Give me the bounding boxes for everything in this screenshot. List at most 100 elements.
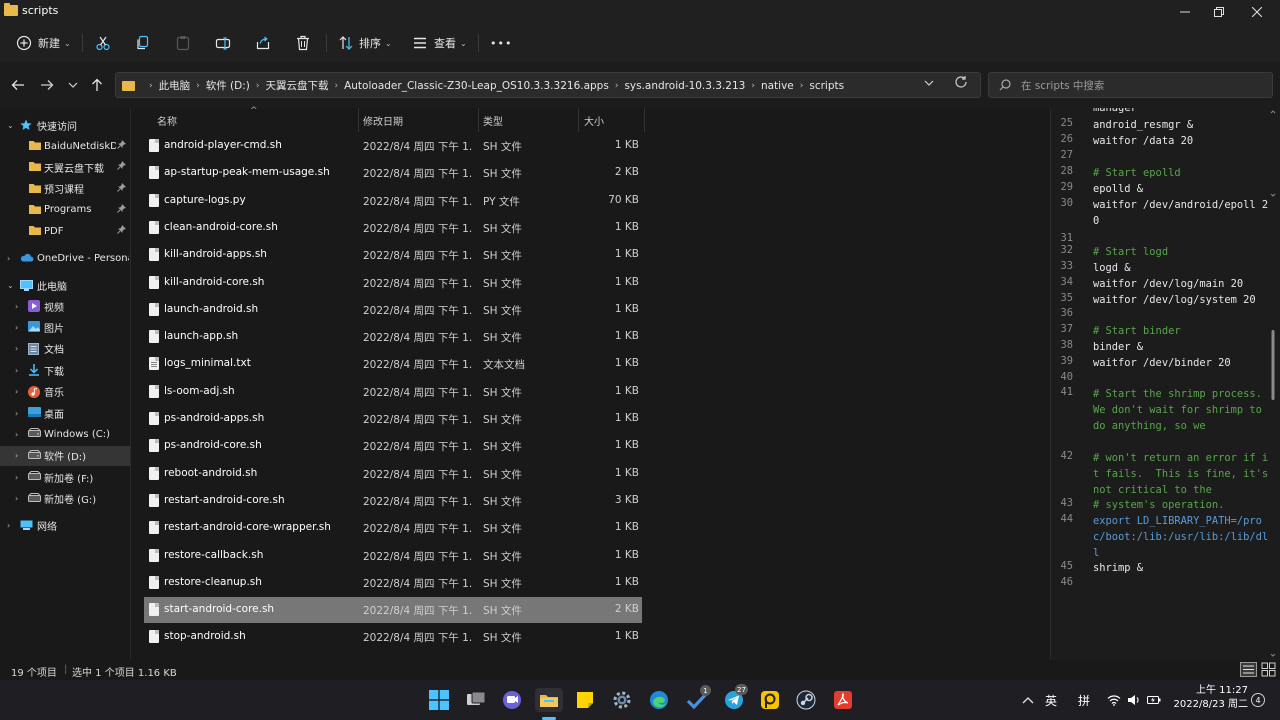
copy-button[interactable]: [135, 32, 151, 54]
nav-pc-item[interactable]: › 音乐: [0, 382, 130, 402]
notification-count[interactable]: 4: [1251, 693, 1265, 707]
ime-mode[interactable]: 拼: [1078, 692, 1090, 709]
preview-scrollbar[interactable]: [1268, 110, 1278, 658]
nav-pc-item[interactable]: › 图片: [0, 317, 130, 337]
file-row[interactable]: restart-android-core.sh 2022/8/4 周四 下午 1.…: [144, 488, 642, 514]
telegram-button[interactable]: 27: [722, 684, 748, 712]
column-divider[interactable]: [478, 108, 479, 132]
tiles-view-button[interactable]: [1261, 662, 1276, 680]
chevron-right-icon[interactable]: ›: [751, 81, 755, 91]
file-row[interactable]: restore-cleanup.sh 2022/8/4 周四 下午 1... SH …: [144, 570, 642, 596]
chevron-right-icon[interactable]: ›: [15, 302, 18, 311]
nav-pc-item[interactable]: › 新加卷 (F:): [0, 467, 130, 487]
nav-quick-item[interactable]: Programs: [0, 200, 130, 220]
forward-button[interactable]: [37, 76, 57, 94]
nav-quick-item[interactable]: BaiduNetdiskD: [0, 136, 130, 156]
column-date[interactable]: 修改日期: [363, 108, 403, 132]
nav-pc-item[interactable]: › 下载: [0, 360, 130, 380]
file-row[interactable]: launch-app.sh 2022/8/4 周四 下午 1... SH 文件 1 K…: [144, 324, 642, 350]
breadcrumb-item[interactable]: native: [761, 80, 794, 92]
chevron-right-icon[interactable]: ›: [15, 323, 18, 332]
column-divider[interactable]: [358, 108, 359, 132]
cut-button[interactable]: [95, 32, 111, 54]
breadcrumb-item[interactable]: 此电脑: [159, 78, 191, 93]
view-button[interactable]: 查看 ⌄: [412, 32, 467, 54]
rename-button[interactable]: [215, 32, 231, 54]
nav-pc-item[interactable]: › 文档: [0, 339, 130, 359]
file-row[interactable]: ap-startup-peak-mem-usage.sh 2022/8/4 周四 …: [144, 160, 642, 186]
teams-chat-button[interactable]: [500, 688, 524, 712]
acrobat-button[interactable]: [831, 688, 855, 712]
sort-button[interactable]: 排序 ⌄: [338, 32, 392, 54]
show-hidden-icons-button[interactable]: [1018, 688, 1038, 712]
nav-this-pc[interactable]: ⌄ 此电脑: [0, 275, 130, 295]
column-size[interactable]: 大小: [584, 108, 604, 132]
file-row[interactable]: stop-android.sh 2022/8/4 周四 下午 1... SH 文件 1…: [144, 624, 642, 650]
nav-onedrive[interactable]: › OneDrive - Personal: [0, 248, 130, 268]
file-row[interactable]: android-player-cmd.sh 2022/8/4 周四 下午 1...…: [144, 133, 642, 159]
potplayer-button[interactable]: [758, 688, 782, 712]
chevron-right-icon[interactable]: ›: [15, 473, 18, 482]
chevron-right-icon[interactable]: ›: [15, 366, 18, 375]
more-options-button[interactable]: •••: [490, 32, 512, 54]
delete-button[interactable]: [295, 32, 311, 54]
breadcrumb-item[interactable]: 软件 (D:): [206, 78, 250, 93]
file-row[interactable]: logs_minimal.txt 2022/8/4 周四 下午 1... 文本文档 1…: [144, 351, 642, 377]
chevron-right-icon[interactable]: ›: [15, 451, 18, 460]
file-row[interactable]: ls-oom-adj.sh 2022/8/4 周四 下午 1... SH 文件 1 K…: [144, 379, 642, 405]
nav-quick-access[interactable]: ⌄ 快速访问: [0, 115, 130, 135]
file-row[interactable]: clean-android-core.sh 2022/8/4 周四 下午 1...…: [144, 215, 642, 241]
file-explorer-taskbar-button[interactable]: [535, 688, 563, 712]
details-view-button[interactable]: [1240, 662, 1257, 680]
file-row[interactable]: kill-android-apps.sh 2022/8/4 周四 下午 1... S…: [144, 242, 642, 268]
todo-button[interactable]: 1: [685, 685, 711, 712]
nav-quick-item[interactable]: PDF: [0, 221, 130, 241]
chevron-right-icon[interactable]: ›: [334, 81, 338, 91]
column-name[interactable]: 名称: [157, 108, 177, 132]
paste-button[interactable]: [175, 32, 191, 54]
nav-quick-item[interactable]: 预习课程: [0, 179, 130, 199]
clock[interactable]: 上午 11:27 2022/8/23 周二: [1172, 684, 1248, 712]
chevron-right-icon[interactable]: ›: [800, 81, 804, 91]
file-row[interactable]: capture-logs.py 2022/8/4 周四 下午 1... PY 文件 7…: [144, 188, 642, 214]
address-bar[interactable]: › 此电脑 › 软件 (D:) › 天翼云盘下载 › Autoloader_Classic-…: [115, 72, 981, 98]
breadcrumb-item[interactable]: 天翼云盘下载: [265, 78, 328, 93]
chevron-right-icon[interactable]: ›: [15, 409, 18, 418]
settings-button[interactable]: [610, 688, 634, 712]
nav-pc-item[interactable]: › 软件 (D:): [0, 445, 130, 466]
breadcrumb-item[interactable]: scripts: [809, 80, 844, 92]
column-divider[interactable]: [578, 108, 579, 132]
refresh-button[interactable]: [954, 75, 968, 93]
chevron-right-icon[interactable]: ›: [15, 494, 18, 503]
search-box[interactable]: 在 scripts 中搜索: [988, 72, 1273, 98]
ime-language[interactable]: 英: [1045, 692, 1057, 709]
share-button[interactable]: [255, 32, 271, 54]
file-row[interactable]: kill-android-core.sh 2022/8/4 周四 下午 1... S…: [144, 270, 642, 296]
quick-settings-button[interactable]: [1104, 688, 1164, 712]
recent-locations-button[interactable]: [63, 76, 83, 94]
nav-pc-item[interactable]: › Windows (C:): [0, 424, 130, 444]
chevron-right-icon[interactable]: ›: [15, 344, 18, 353]
close-button[interactable]: [1238, 0, 1276, 24]
column-divider[interactable]: [644, 108, 645, 132]
edge-browser-button[interactable]: [647, 688, 671, 712]
file-row[interactable]: start-android-core.sh 2022/8/4 周四 下午 1...…: [144, 597, 642, 624]
nav-pc-item[interactable]: › 桌面: [0, 403, 130, 423]
file-row[interactable]: restore-callback.sh 2022/8/4 周四 下午 1... SH…: [144, 543, 642, 569]
chevron-right-icon[interactable]: ›: [15, 387, 18, 396]
task-view-button[interactable]: [464, 688, 488, 712]
file-row[interactable]: reboot-android.sh 2022/8/4 周四 下午 1... SH 文…: [144, 461, 642, 487]
nav-quick-item[interactable]: 天翼云盘下载: [0, 157, 130, 177]
file-row[interactable]: launch-android.sh 2022/8/4 周四 下午 1... SH 文…: [144, 297, 642, 323]
chevron-right-icon[interactable]: ›: [15, 430, 18, 439]
nav-pc-item[interactable]: › 视频: [0, 296, 130, 316]
breadcrumb-item[interactable]: sys.android-10.3.3.213: [624, 80, 745, 92]
maximize-button[interactable]: [1200, 0, 1238, 24]
chevron-right-icon[interactable]: ›: [196, 81, 200, 91]
back-button[interactable]: [8, 76, 28, 94]
nav-network[interactable]: › 网络: [0, 515, 130, 535]
new-button[interactable]: 新建 ⌄: [16, 32, 71, 54]
file-row[interactable]: ps-android-apps.sh 2022/8/4 周四 下午 1... SH …: [144, 406, 642, 432]
file-row[interactable]: restart-android-core-wrapper.sh 2022/8/4 …: [144, 515, 642, 541]
chevron-right-icon[interactable]: ›: [256, 81, 260, 91]
